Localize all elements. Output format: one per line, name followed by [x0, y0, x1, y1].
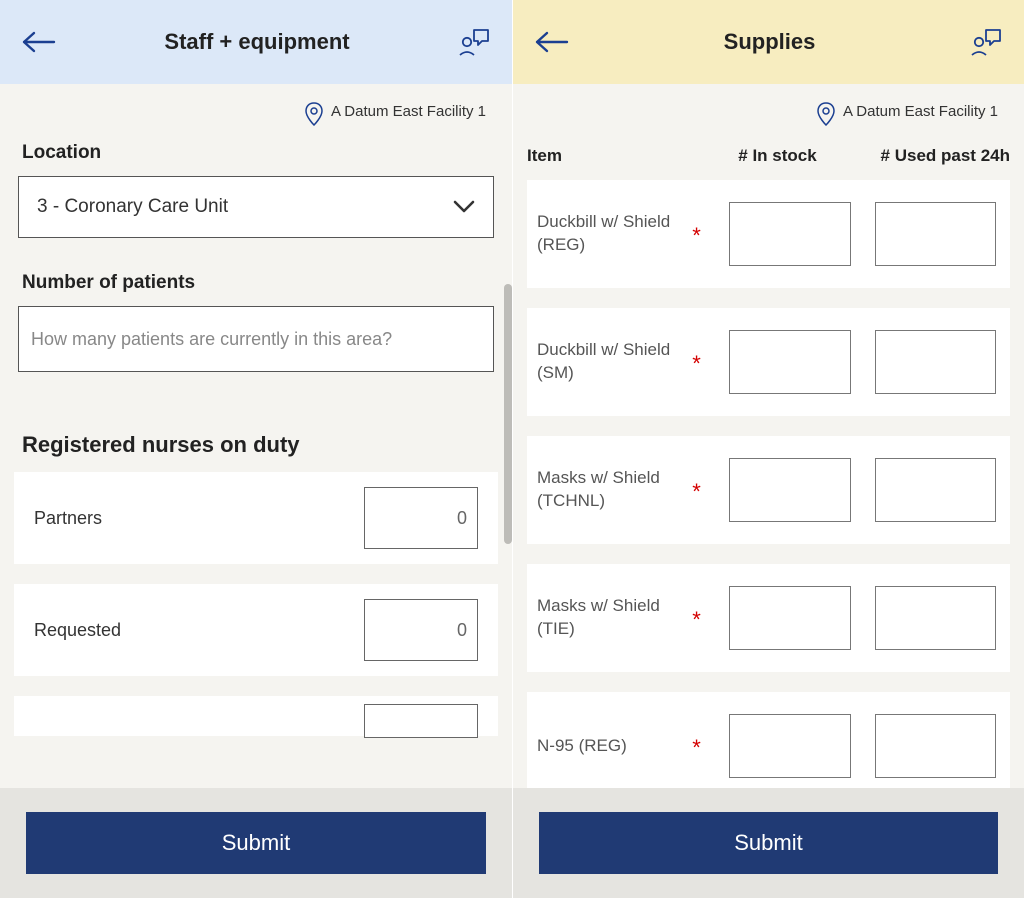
required-icon: * — [688, 350, 706, 375]
chat-button[interactable] — [454, 22, 494, 62]
back-arrow-icon — [533, 30, 569, 54]
supply-name: N-95 (REG) — [537, 735, 682, 758]
supply-name: Duckbill w/ Shield (SM) — [537, 339, 682, 385]
used-input-wrapper — [875, 714, 996, 778]
submit-button[interactable]: Submit — [26, 812, 486, 874]
stock-input[interactable] — [730, 331, 849, 393]
location-label: Location — [0, 136, 512, 176]
required-icon: * — [688, 734, 706, 759]
submit-button[interactable]: Submit — [539, 812, 998, 874]
header-supplies: Supplies — [513, 0, 1024, 84]
supply-row: Duckbill w/ Shield (SM) * — [527, 308, 1010, 416]
partners-input[interactable] — [365, 508, 467, 529]
facility-name: A Datum East Facility 1 — [331, 102, 486, 122]
required-icon: * — [688, 222, 706, 247]
used-input-wrapper — [875, 458, 996, 522]
staff-equipment-screen: Staff + equipment A Datum East Facility … — [0, 0, 512, 898]
patients-label: Number of patients — [0, 266, 512, 306]
extra-input[interactable] — [365, 711, 467, 732]
used-input-wrapper — [875, 586, 996, 650]
used-input[interactable] — [876, 203, 995, 265]
col-used: # Used past 24h — [860, 146, 1010, 166]
used-input[interactable] — [876, 459, 995, 521]
location-select[interactable]: 3 - Coronary Care Unit — [18, 176, 494, 238]
person-chat-icon — [458, 27, 490, 57]
used-input[interactable] — [876, 715, 995, 777]
stock-input-wrapper — [729, 586, 850, 650]
nurse-row: Requested — [14, 584, 498, 676]
back-button[interactable] — [533, 22, 573, 62]
supply-row: Masks w/ Shield (TIE) * — [527, 564, 1010, 672]
partners-input-wrapper — [364, 487, 478, 549]
back-button[interactable] — [20, 22, 60, 62]
nurse-row-label: Requested — [34, 620, 121, 641]
staff-content: Location 3 - Coronary Care Unit Number o… — [0, 136, 512, 788]
facility-indicator: A Datum East Facility 1 — [0, 84, 512, 136]
scrollbar[interactable] — [504, 284, 512, 544]
nurse-row-label: Partners — [34, 508, 102, 529]
header-staff: Staff + equipment — [0, 0, 512, 84]
stock-input[interactable] — [730, 203, 849, 265]
supply-row: N-95 (REG) * — [527, 692, 1010, 788]
used-input[interactable] — [876, 587, 995, 649]
supplies-screen: Supplies A Datum East Facility 1 Item # … — [512, 0, 1024, 898]
supply-row: Masks w/ Shield (TCHNL) * — [527, 436, 1010, 544]
page-title: Staff + equipment — [60, 29, 454, 55]
supply-columns: Item # In stock # Used past 24h — [513, 136, 1024, 180]
location-value: 3 - Coronary Care Unit — [37, 196, 228, 218]
supply-name: Masks w/ Shield (TCHNL) — [537, 467, 682, 513]
used-input-wrapper — [875, 330, 996, 394]
facility-indicator: A Datum East Facility 1 — [513, 84, 1024, 136]
used-input[interactable] — [876, 331, 995, 393]
stock-input-wrapper — [729, 330, 850, 394]
used-input-wrapper — [875, 202, 996, 266]
page-title: Supplies — [573, 29, 966, 55]
footer-left: Submit — [0, 788, 512, 898]
requested-input[interactable] — [365, 620, 467, 641]
nurses-heading: Registered nurses on duty — [0, 382, 512, 472]
col-stock: # In stock — [687, 146, 860, 166]
requested-input-wrapper — [364, 599, 478, 661]
person-chat-icon — [970, 27, 1002, 57]
stock-input[interactable] — [730, 587, 849, 649]
patients-input-wrapper — [18, 306, 494, 372]
extra-input-wrapper — [364, 704, 478, 738]
required-icon: * — [688, 606, 706, 631]
stock-input-wrapper — [729, 458, 850, 522]
location-pin-icon — [305, 102, 323, 126]
supply-name: Duckbill w/ Shield (REG) — [537, 211, 682, 257]
required-icon: * — [688, 478, 706, 503]
chat-button[interactable] — [966, 22, 1006, 62]
nurse-row: Partners — [14, 472, 498, 564]
stock-input-wrapper — [729, 714, 850, 778]
stock-input-wrapper — [729, 202, 850, 266]
chevron-down-icon — [453, 200, 475, 214]
stock-input[interactable] — [730, 715, 849, 777]
footer-right: Submit — [513, 788, 1024, 898]
supplies-content: Item # In stock # Used past 24h Duckbill… — [513, 136, 1024, 788]
back-arrow-icon — [20, 30, 56, 54]
patients-input[interactable] — [31, 329, 481, 350]
col-item: Item — [527, 146, 687, 166]
location-pin-icon — [817, 102, 835, 126]
nurse-row — [14, 696, 498, 736]
facility-name: A Datum East Facility 1 — [843, 102, 998, 122]
supply-name: Masks w/ Shield (TIE) — [537, 595, 682, 641]
stock-input[interactable] — [730, 459, 849, 521]
supply-row: Duckbill w/ Shield (REG) * — [527, 180, 1010, 288]
